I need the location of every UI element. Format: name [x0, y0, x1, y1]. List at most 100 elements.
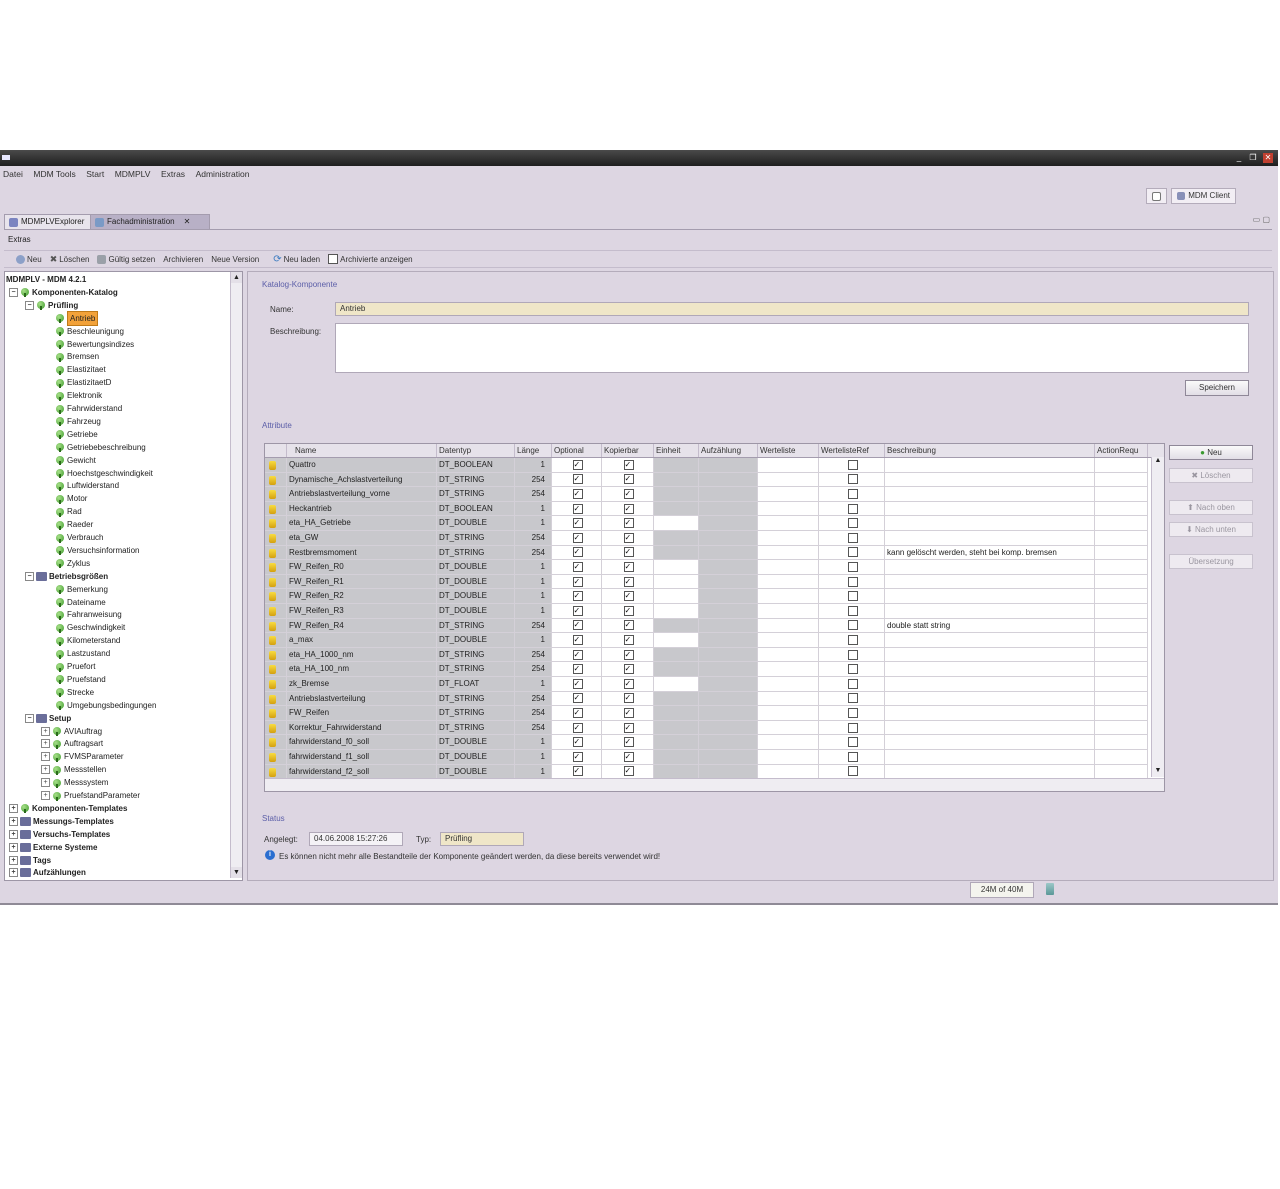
- expand-icon[interactable]: +: [41, 765, 50, 775]
- cell-einheit[interactable]: [654, 487, 699, 502]
- expand-icon[interactable]: +: [9, 803, 18, 813]
- checkbox[interactable]: [572, 487, 583, 501]
- tree-item-betriebsgroesse[interactable]: Dateiname: [55, 596, 106, 609]
- cell-einheit[interactable]: [654, 633, 699, 648]
- cell-einheit[interactable]: [654, 618, 699, 634]
- scroll-down-arrow[interactable]: ▼: [231, 867, 242, 878]
- tree-item-betriebsgroesse[interactable]: Lastzustand: [55, 647, 110, 660]
- table-row[interactable]: eta_GW DT_STRING 254: [265, 531, 1148, 546]
- save-button[interactable]: Speichern: [1185, 380, 1249, 396]
- cell-name[interactable]: Antriebslastverteilung_vorne: [287, 487, 437, 502]
- tree-item-betriebsgroesse[interactable]: Pruefort: [55, 660, 95, 673]
- expand-icon[interactable]: +: [41, 739, 50, 749]
- tab-mdmplvexplorer[interactable]: MDMPLVExplorer: [4, 214, 94, 229]
- tree-item-pruefling[interactable]: Rad: [55, 505, 82, 518]
- table-row[interactable]: FW_Reifen_R3 DT_DOUBLE 1: [265, 604, 1148, 619]
- cell-einheit[interactable]: [654, 691, 699, 707]
- checkbox[interactable]: [623, 706, 634, 720]
- tree-root[interactable]: MDMPLV - MDM 4.2.1: [6, 273, 86, 286]
- collapse-icon[interactable]: −: [9, 287, 18, 297]
- reload-button[interactable]: ⟳ Neu laden: [273, 254, 320, 265]
- checkbox[interactable]: [623, 473, 634, 486]
- table-row[interactable]: fahrwiderstand_f2_soll DT_DOUBLE 1: [265, 764, 1148, 780]
- table-row[interactable]: Korrektur_Fahrwiderstand DT_STRING 254: [265, 720, 1148, 736]
- tree-item-pruefling[interactable]: Fahrwiderstand: [55, 402, 122, 415]
- cell-einheit[interactable]: [654, 501, 699, 517]
- cell-name[interactable]: fahrwiderstand_f1_soll: [287, 750, 437, 765]
- restore-button[interactable]: ❐: [1248, 153, 1258, 163]
- checkbox[interactable]: [623, 502, 634, 515]
- tree-item-pruefling[interactable]: Zyklus: [55, 557, 90, 570]
- close-tab-icon[interactable]: ✕: [184, 215, 191, 229]
- checkbox[interactable]: [623, 735, 634, 749]
- cell-einheit[interactable]: [654, 560, 699, 575]
- table-row[interactable]: FW_Reifen_R0 DT_DOUBLE 1: [265, 560, 1148, 575]
- checkbox[interactable]: [572, 706, 583, 720]
- table-scroll-down-arrow[interactable]: ▼: [1152, 767, 1164, 777]
- column-header[interactable]: Kopierbar: [602, 444, 654, 457]
- cell-einheit[interactable]: [654, 604, 699, 619]
- menu-mdmplv[interactable]: MDMPLV: [112, 166, 156, 179]
- tree-item-setup[interactable]: + Messstellen: [41, 763, 106, 776]
- column-header[interactable]: Name: [287, 444, 437, 457]
- tree-item-pruefling[interactable]: Getriebe: [55, 428, 98, 441]
- tree-node-komponenten-katalog[interactable]: − Komponenten-Katalog: [9, 286, 118, 299]
- cell-einheit[interactable]: [654, 458, 699, 473]
- checkbox[interactable]: [572, 546, 583, 559]
- table-row[interactable]: eta_HA_Getriebe DT_DOUBLE 1: [265, 516, 1148, 531]
- column-header[interactable]: Beschreibung: [885, 444, 1095, 457]
- table-row[interactable]: fahrwiderstand_f0_soll DT_DOUBLE 1: [265, 735, 1148, 750]
- table-vertical-scrollbar[interactable]: ▲ ▼: [1151, 457, 1164, 777]
- tree-item-pruefling[interactable]: ElastizitaetD: [55, 376, 111, 389]
- expand-icon[interactable]: +: [9, 855, 18, 865]
- menu-administration[interactable]: Administration: [193, 166, 255, 179]
- column-header[interactable]: Optional: [552, 444, 602, 457]
- checkbox[interactable]: [847, 532, 858, 543]
- tree-item-betriebsgroesse[interactable]: Geschwindigkeit: [55, 621, 125, 634]
- cell-einheit[interactable]: [654, 720, 699, 736]
- tree-item-pruefling[interactable]: Antrieb: [55, 310, 99, 326]
- checkbox[interactable]: [623, 648, 634, 661]
- checkbox[interactable]: [847, 591, 858, 602]
- checkbox[interactable]: [623, 619, 634, 632]
- checkbox[interactable]: [572, 765, 583, 778]
- checkbox[interactable]: [572, 619, 583, 632]
- checkbox[interactable]: [847, 693, 858, 704]
- cell-einheit[interactable]: [654, 764, 699, 780]
- tree-item-setup[interactable]: + Messsystem: [41, 776, 108, 789]
- new-version-button[interactable]: Neue Version: [211, 255, 259, 264]
- checkbox[interactable]: [847, 489, 858, 500]
- checkbox[interactable]: [572, 502, 583, 515]
- tree-item-betriebsgroesse[interactable]: Bemerkung: [55, 583, 108, 596]
- table-row[interactable]: eta_HA_100_nm DT_STRING 254: [265, 662, 1148, 677]
- expand-icon[interactable]: +: [41, 726, 50, 736]
- checkbox[interactable]: [623, 516, 634, 530]
- checkbox[interactable]: [572, 677, 583, 691]
- close-button[interactable]: ✕: [1263, 153, 1273, 163]
- checkbox[interactable]: [623, 721, 634, 734]
- checkbox[interactable]: [847, 664, 858, 675]
- collapse-icon[interactable]: −: [25, 713, 34, 723]
- checkbox[interactable]: [847, 635, 858, 646]
- checkbox[interactable]: [847, 708, 858, 719]
- menu-start[interactable]: Start: [83, 166, 109, 179]
- cell-name[interactable]: FW_Reifen: [287, 706, 437, 721]
- table-row[interactable]: Antriebslastverteilung_vorne DT_STRING 254: [265, 487, 1148, 502]
- expand-icon[interactable]: +: [41, 752, 50, 762]
- column-header[interactable]: WertelisteRef: [819, 444, 885, 457]
- expand-icon[interactable]: +: [41, 778, 50, 788]
- set-valid-button[interactable]: Gültig setzen: [97, 254, 155, 264]
- add-attribute-button[interactable]: ● Neu: [1169, 445, 1253, 460]
- open-perspective-button[interactable]: [1146, 188, 1168, 204]
- checkbox[interactable]: [847, 649, 858, 660]
- checkbox[interactable]: [847, 737, 858, 748]
- mdm-client-perspective-button[interactable]: MDM Client: [1171, 188, 1236, 204]
- tree-item-pruefling[interactable]: Getriebebeschreibung: [55, 441, 146, 454]
- checkbox[interactable]: [572, 735, 583, 749]
- checkbox[interactable]: [623, 692, 634, 705]
- checkbox[interactable]: [572, 458, 583, 472]
- tree-node-top-level[interactable]: + Tags: [9, 854, 51, 867]
- checkbox[interactable]: [623, 765, 634, 778]
- table-row[interactable]: a_max DT_DOUBLE 1: [265, 633, 1148, 648]
- checkbox[interactable]: [572, 560, 583, 574]
